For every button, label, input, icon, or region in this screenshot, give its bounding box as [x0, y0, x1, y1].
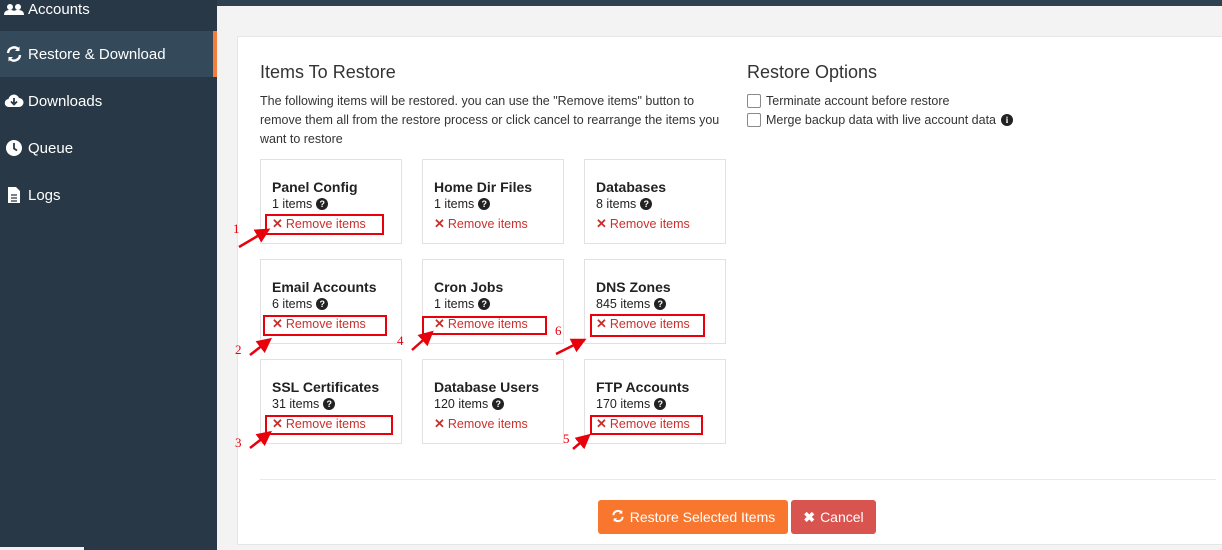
remove-items-button[interactable]: ✕ Remove items: [596, 416, 690, 432]
card-count: 31 items?: [272, 397, 336, 411]
card-title: DNS Zones: [596, 279, 671, 295]
remove-items-button[interactable]: ✕ Remove items: [596, 316, 690, 332]
help-icon[interactable]: ?: [323, 398, 336, 410]
sidebar-item-label: Restore & Download: [28, 45, 166, 63]
card-count: 170 items?: [596, 397, 667, 411]
help-icon[interactable]: ?: [478, 298, 491, 310]
restore-selected-items-button[interactable]: Restore Selected Items: [598, 500, 788, 534]
card-title: Database Users: [434, 379, 540, 395]
remove-items-button[interactable]: ✕ Remove items: [596, 216, 690, 232]
annotation-number: 6: [555, 323, 562, 338]
sidebar-item-logs[interactable]: Logs: [0, 172, 217, 218]
card-dns-zones: DNS Zones 845 items? ✕ Remove items: [584, 259, 726, 344]
card-cron-jobs: Cron Jobs 1 items? ✕ Remove items: [422, 259, 564, 344]
info-icon[interactable]: i: [1001, 114, 1013, 126]
annotation-number: 5: [563, 431, 570, 446]
restore-description: The following items will be restored. yo…: [260, 94, 720, 146]
close-icon: ✖: [803, 508, 816, 525]
merge-backup-checkbox[interactable]: [747, 113, 761, 127]
card-title: FTP Accounts: [596, 379, 690, 395]
refresh-icon: [0, 45, 28, 63]
card-title: Home Dir Files: [434, 179, 533, 195]
card-ssl-certificates: SSL Certificates 31 items? ✕ Remove items: [260, 359, 402, 444]
card-databases: Databases 8 items? ✕ Remove items: [584, 159, 726, 244]
sidebar: Accounts Restore & Download Downloads Qu…: [0, 0, 217, 550]
remove-items-button[interactable]: ✕ Remove items: [272, 416, 366, 432]
card-title: Email Accounts: [272, 279, 377, 295]
sidebar-item-label: Queue: [28, 139, 74, 157]
remove-items-button[interactable]: ✕ Remove items: [272, 216, 366, 232]
remove-items-button[interactable]: ✕ Remove items: [434, 316, 528, 332]
card-count: 6 items?: [272, 297, 329, 311]
help-icon[interactable]: ?: [316, 198, 329, 210]
card-database-users: Database Users 120 items? ✕ Remove items: [422, 359, 564, 444]
option-label: Terminate account before restore: [766, 94, 950, 108]
help-icon[interactable]: ?: [654, 398, 667, 410]
help-icon[interactable]: ?: [654, 298, 667, 310]
card-count: 120 items?: [434, 397, 505, 411]
option-terminate-account: Terminate account before restore: [747, 94, 949, 108]
remove-items-button[interactable]: ✕ Remove items: [272, 316, 366, 332]
close-icon: ✕: [272, 316, 283, 331]
sidebar-item-restore-download[interactable]: Restore & Download: [0, 31, 217, 77]
sidebar-item-queue[interactable]: Queue: [0, 125, 217, 171]
card-title: Cron Jobs: [434, 279, 504, 295]
card-title: Databases: [596, 179, 667, 195]
restore-options-heading: Restore Options: [747, 62, 878, 82]
close-icon: ✕: [596, 416, 607, 431]
cancel-button[interactable]: ✖ Cancel: [791, 500, 876, 534]
sidebar-item-label: Downloads: [28, 92, 103, 110]
card-title: SSL Certificates: [272, 379, 380, 395]
option-merge-backup: Merge backup data with live account data…: [747, 113, 1013, 127]
sidebar-item-label: Accounts: [28, 0, 90, 18]
annotation-number: 3: [235, 435, 242, 450]
file-icon: [0, 186, 28, 204]
annotation-number: 2: [235, 342, 242, 357]
clock-icon: [0, 139, 28, 157]
annotation-number: 1: [233, 221, 240, 236]
help-icon[interactable]: ?: [316, 298, 329, 310]
close-icon: ✕: [272, 216, 283, 231]
terminate-account-checkbox[interactable]: [747, 94, 761, 108]
sidebar-item-downloads[interactable]: Downloads: [0, 78, 217, 124]
card-count: 8 items?: [596, 197, 653, 211]
items-to-restore-heading: Items To Restore: [260, 62, 396, 82]
sidebar-item-label: Logs: [28, 186, 61, 204]
card-count: 1 items?: [434, 297, 491, 311]
sidebar-item-accounts[interactable]: Accounts: [0, 0, 217, 32]
card-home-dir-files: Home Dir Files 1 items? ✕ Remove items: [422, 159, 564, 244]
remove-items-button[interactable]: ✕ Remove items: [434, 416, 528, 432]
card-count: 845 items?: [596, 297, 667, 311]
card-title: Panel Config: [272, 179, 358, 195]
close-icon: ✕: [272, 416, 283, 431]
option-label: Merge backup data with live account data: [766, 113, 996, 127]
close-icon: ✕: [434, 416, 445, 431]
help-icon[interactable]: ?: [640, 198, 653, 210]
card-count: 1 items?: [434, 197, 491, 211]
card-panel-config: Panel Config 1 items? ✕ Remove items: [260, 159, 402, 244]
help-icon[interactable]: ?: [478, 198, 491, 210]
card-ftp-accounts: FTP Accounts 170 items? ✕ Remove items: [584, 359, 726, 444]
remove-items-button[interactable]: ✕ Remove items: [434, 216, 528, 232]
close-icon: ✕: [434, 216, 445, 231]
close-icon: ✕: [434, 316, 445, 331]
help-icon[interactable]: ?: [492, 398, 505, 410]
top-bar: [217, 0, 1222, 6]
close-icon: ✕: [596, 216, 607, 231]
close-icon: ✕: [596, 316, 607, 331]
footer-divider: [260, 479, 1216, 480]
refresh-icon: [611, 509, 625, 526]
card-email-accounts: Email Accounts 6 items? ✕ Remove items: [260, 259, 402, 344]
cloud-download-icon: [0, 93, 28, 109]
users-icon: [0, 2, 28, 16]
annotation-number: 4: [397, 333, 404, 348]
card-count: 1 items?: [272, 197, 329, 211]
